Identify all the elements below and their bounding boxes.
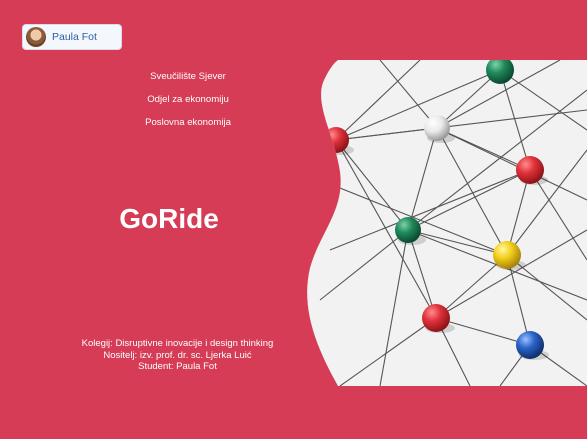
credit-lecturer: Nositelj: izv. prof. dr. sc. Ljerka Luić (103, 349, 252, 361)
credit-course: Kolegij: Disruptivne inovacije i design … (81, 338, 274, 349)
institution-line-university: Sveučilište Sjever (150, 71, 226, 82)
credit-student: Student: Paula Fot (138, 361, 217, 372)
presentation-slide: Paula Fot Sveučilište Sjever Odjel za ek… (0, 0, 587, 439)
credits-block: Kolegij: Disruptivne inovacije i design … (50, 338, 305, 373)
institution-line-department: Odjel za ekonomiju (147, 94, 229, 105)
slide-title: GoRide (119, 203, 219, 234)
institution-line-program: Poslovna ekonomija (145, 117, 231, 128)
institution-block: Sveučilište Sjever Odjel za ekonomiju Po… (88, 70, 288, 139)
bottom-bar (0, 386, 587, 439)
